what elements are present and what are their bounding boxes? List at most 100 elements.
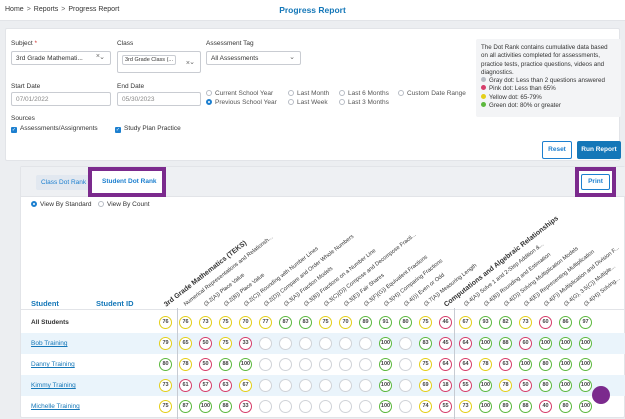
score-dot[interactable]: 70 (239, 316, 252, 329)
score-dot[interactable] (299, 337, 312, 350)
class-select[interactable]: 3rd Grade Class (... × ⌄ (117, 51, 201, 73)
score-dot[interactable]: 64 (439, 358, 452, 371)
score-dot[interactable]: 100 (579, 337, 592, 350)
score-dot[interactable]: 89 (359, 316, 372, 329)
score-dot[interactable]: 100 (379, 400, 392, 413)
tab-class-dot-rank[interactable]: Class Dot Rank (36, 175, 92, 190)
score-dot[interactable]: 73 (159, 379, 172, 392)
score-dot[interactable]: 75 (419, 358, 432, 371)
score-dot[interactable]: 50 (519, 379, 532, 392)
score-dot[interactable]: 50 (199, 358, 212, 371)
score-dot[interactable] (319, 337, 332, 350)
radio-previous-school-year[interactable]: Previous School Year (206, 99, 277, 106)
radio-last-3-months[interactable]: Last 3 Months (339, 99, 389, 106)
score-dot[interactable]: 100 (379, 379, 392, 392)
score-dot[interactable]: 63 (499, 358, 512, 371)
score-dot[interactable]: 100 (579, 400, 592, 413)
score-dot[interactable]: 87 (279, 316, 292, 329)
score-dot[interactable]: 100 (579, 379, 592, 392)
score-dot[interactable]: 87 (179, 400, 192, 413)
score-dot[interactable]: 46 (439, 316, 452, 329)
score-dot[interactable] (319, 400, 332, 413)
score-dot[interactable]: 60 (519, 337, 532, 350)
score-dot[interactable]: 79 (159, 337, 172, 350)
score-dot[interactable]: 78 (499, 379, 512, 392)
score-dot[interactable] (259, 358, 272, 371)
score-dot[interactable]: 60 (539, 316, 552, 329)
score-dot[interactable] (299, 400, 312, 413)
score-dot[interactable]: 75 (159, 400, 172, 413)
score-dot[interactable]: 100 (559, 379, 572, 392)
score-dot[interactable]: 97 (579, 316, 592, 329)
score-dot[interactable]: 80 (559, 400, 572, 413)
score-dot[interactable] (299, 358, 312, 371)
score-dot[interactable]: 33 (239, 400, 252, 413)
score-dot[interactable] (279, 379, 292, 392)
score-dot[interactable]: 65 (179, 337, 192, 350)
score-dot[interactable]: 100 (379, 337, 392, 350)
radio-last-month[interactable]: Last Month (288, 90, 329, 97)
score-dot[interactable] (399, 400, 412, 413)
score-dot[interactable]: 100 (479, 337, 492, 350)
score-dot[interactable]: 82 (499, 316, 512, 329)
score-dot[interactable]: 100 (199, 400, 212, 413)
score-dot[interactable]: 100 (559, 337, 572, 350)
score-dot[interactable]: 86 (559, 316, 572, 329)
score-dot[interactable]: 64 (459, 358, 472, 371)
score-dot[interactable]: 100 (559, 358, 572, 371)
score-dot[interactable]: 89 (499, 400, 512, 413)
score-dot[interactable]: 73 (519, 316, 532, 329)
score-dot[interactable]: 100 (239, 358, 252, 371)
radio-view-by-count[interactable]: View By Count (98, 201, 150, 208)
score-dot[interactable] (339, 337, 352, 350)
print-button[interactable]: Print (581, 174, 610, 190)
score-dot[interactable] (259, 337, 272, 350)
score-dot[interactable]: 73 (199, 316, 212, 329)
student-name[interactable]: Kimmy Training (31, 382, 76, 389)
assessment-tag-select[interactable]: All Assessments ⌄ (206, 51, 301, 65)
chat-widget-button[interactable] (592, 386, 610, 404)
score-dot[interactable]: 88 (519, 400, 532, 413)
score-dot[interactable] (359, 400, 372, 413)
score-dot[interactable]: 80 (159, 358, 172, 371)
score-dot[interactable]: 88 (219, 400, 232, 413)
score-dot[interactable]: 55 (459, 379, 472, 392)
score-dot[interactable] (279, 400, 292, 413)
radio-custom-date-range[interactable]: Custom Date Range (398, 90, 466, 97)
score-dot[interactable]: 75 (319, 316, 332, 329)
score-dot[interactable]: 75 (219, 337, 232, 350)
run-report-button[interactable]: Run Report (577, 141, 621, 159)
student-name[interactable]: Michelle Training (31, 403, 80, 410)
score-dot[interactable] (399, 358, 412, 371)
score-dot[interactable] (399, 337, 412, 350)
radio-current-school-year[interactable]: Current School Year (206, 90, 273, 97)
radio-last-6-months[interactable]: Last 6 Months (339, 90, 389, 97)
score-dot[interactable]: 100 (539, 337, 552, 350)
score-dot[interactable]: 93 (479, 316, 492, 329)
radio-view-by-standard[interactable]: View By Standard (31, 201, 92, 208)
score-dot[interactable]: 78 (479, 358, 492, 371)
score-dot[interactable]: 76 (159, 316, 172, 329)
score-dot[interactable] (359, 337, 372, 350)
score-dot[interactable]: 100 (479, 400, 492, 413)
score-dot[interactable] (399, 379, 412, 392)
score-dot[interactable] (319, 379, 332, 392)
score-dot[interactable]: 83 (299, 316, 312, 329)
score-dot[interactable] (279, 337, 292, 350)
score-dot[interactable]: 88 (499, 337, 512, 350)
student-name[interactable]: Bob Training (31, 340, 68, 347)
student-name[interactable]: Danny Training (31, 361, 75, 368)
score-dot[interactable] (279, 358, 292, 371)
score-dot[interactable]: 64 (459, 337, 472, 350)
end-date-input[interactable]: 05/30/2023 (117, 92, 201, 106)
score-dot[interactable]: 100 (379, 358, 392, 371)
score-dot[interactable]: 80 (399, 316, 412, 329)
checkbox-assessments[interactable]: ✓ Assessments/Assignments (11, 125, 98, 133)
score-dot[interactable]: 91 (379, 316, 392, 329)
score-dot[interactable]: 75 (419, 316, 432, 329)
score-dot[interactable]: 100 (479, 379, 492, 392)
score-dot[interactable]: 63 (219, 379, 232, 392)
score-dot[interactable]: 50 (199, 337, 212, 350)
score-dot[interactable]: 61 (179, 379, 192, 392)
score-dot[interactable]: 40 (539, 400, 552, 413)
